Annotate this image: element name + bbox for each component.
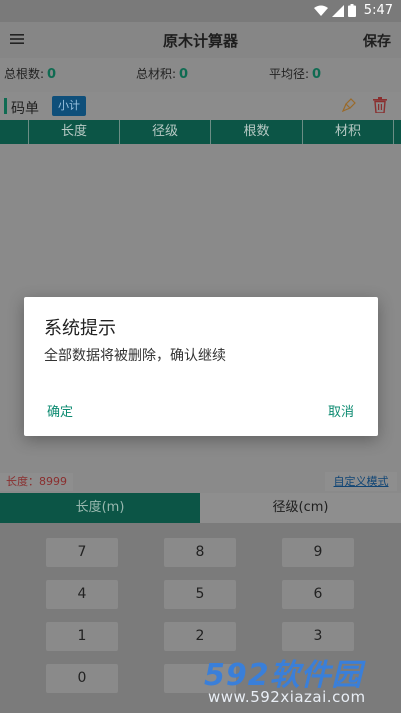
watermark-url: www.592xiazai.com [208,688,366,706]
column-count: 根数 [210,120,302,144]
dialog-cancel-button[interactable]: 取消 [328,401,354,420]
input-mode-tabs: 长度(m) 径级(cm) [0,493,401,523]
brush-icon[interactable] [342,98,356,112]
length-indicator: 长度：8999 [0,473,73,491]
tab-diameter[interactable]: 径级(cm) [200,493,401,523]
key-9[interactable]: 9 [282,538,354,567]
list-header: 码单 小计 [0,92,401,120]
confirm-dialog: 系统提示 全部数据将被删除，确认继续 确定 取消 [24,297,378,436]
dialog-title: 系统提示 [44,318,116,339]
column-length: 长度 [28,120,119,144]
dialog-message: 全部数据将被删除，确认继续 [44,348,226,364]
section-accent-bar [4,98,7,114]
site-watermark: 592软件园 www.592xiazai.com [196,648,401,713]
key-8[interactable]: 8 [164,538,236,567]
status-bar: 5:47 [0,0,401,22]
dialog-ok-button[interactable]: 确定 [47,401,73,420]
clock: 5:47 [363,3,393,18]
table-header: 长度 径级 根数 材积 [0,120,401,144]
key-5[interactable]: 5 [164,580,236,609]
average-diameter-stat: 平均径: 0 [269,65,321,82]
table-header-index [0,120,28,144]
key-2[interactable]: 2 [164,622,236,651]
key-1[interactable]: 1 [46,622,118,651]
list-label: 码单 [11,101,39,117]
subtotal-button[interactable]: 小计 [52,96,86,116]
summary-stats: 总根数: 0 总材积: 0 平均径: 0 [0,58,401,88]
page-title: 原木计算器 [162,32,238,50]
total-volume-label: 总材积: [136,67,177,81]
table-header-end [393,120,401,144]
total-volume-stat: 总材积: 0 [136,65,188,82]
average-diameter-label: 平均径: [269,67,310,81]
key-4[interactable]: 4 [46,580,118,609]
custom-mode-link[interactable]: 自定义模式 [325,472,397,491]
total-volume-value: 0 [179,67,189,82]
signal-icon [331,4,344,17]
key-7[interactable]: 7 [46,538,118,567]
battery-icon [347,4,356,17]
save-button[interactable]: 保存 [363,31,391,51]
average-diameter-value: 0 [312,67,322,82]
tab-length[interactable]: 长度(m) [0,493,200,523]
total-count-label: 总根数: [4,67,45,81]
key-6[interactable]: 6 [282,580,354,609]
trash-icon[interactable] [373,97,387,113]
total-count-value: 0 [47,67,57,82]
column-volume: 材积 [302,120,393,144]
length-indicator-bar: 长度：8999 自定义模式 [0,472,401,492]
total-count-stat: 总根数: 0 [4,65,56,82]
column-diameter: 径级 [119,120,210,144]
wifi-icon [313,5,328,16]
app-bar: 原木计算器 保存 [0,22,401,58]
key-3[interactable]: 3 [282,622,354,651]
key-0[interactable]: 0 [46,664,118,693]
